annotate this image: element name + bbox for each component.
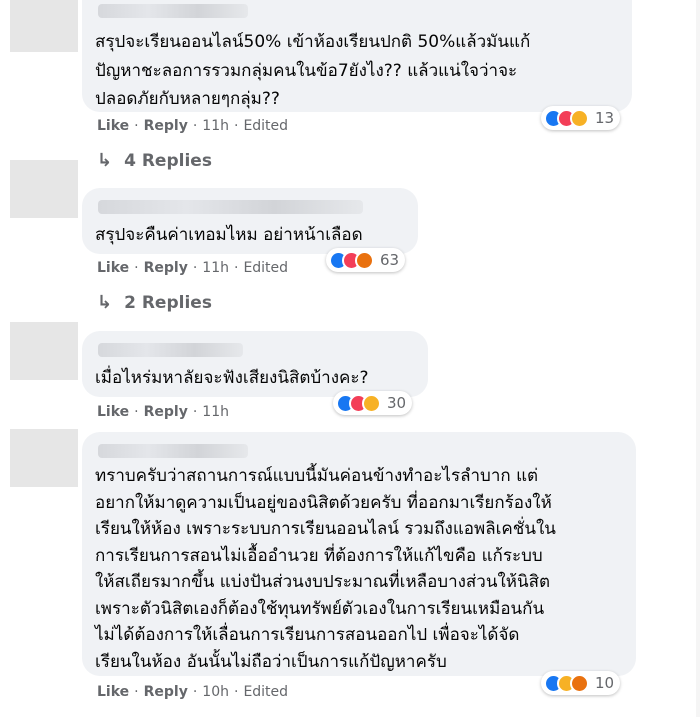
- separator: ·: [192, 260, 198, 276]
- comment-text: เมื่อไหร่มหาลัยจะฟังเสียงนิสิตบ้างคะ?: [95, 368, 369, 388]
- reaction-count: 63: [380, 251, 400, 269]
- view-replies-button[interactable]: ↳ 2 Replies: [97, 292, 212, 313]
- separator: ·: [192, 118, 198, 134]
- replies-label: 4 Replies: [124, 150, 212, 171]
- reaction-summary[interactable]: 10: [541, 671, 621, 695]
- angry-icon: [570, 673, 589, 693]
- reply-button[interactable]: Reply: [144, 684, 188, 700]
- reply-button[interactable]: Reply: [144, 404, 188, 420]
- sad-icon: [362, 393, 381, 413]
- separator: ·: [233, 260, 239, 276]
- haha-icon: [570, 108, 589, 128]
- comment-actions: Like · Reply · 11h · Edited: [97, 260, 288, 276]
- reaction-count: 10: [595, 674, 615, 692]
- avatar[interactable]: [10, 160, 78, 218]
- timestamp[interactable]: 11h: [202, 260, 229, 276]
- scrollbar-track[interactable]: [696, 0, 700, 717]
- edited-label[interactable]: Edited: [243, 260, 288, 276]
- comment-bubble: สรุปจะคืนค่าเทอมไหม อย่าหน้าเลือด: [82, 188, 418, 254]
- reaction-summary[interactable]: 63: [326, 248, 406, 272]
- separator: ·: [192, 404, 198, 420]
- avatar[interactable]: [10, 429, 78, 487]
- comment-actions: Like · Reply · 11h · Edited: [97, 118, 288, 134]
- separator: ·: [134, 260, 139, 276]
- commenter-name[interactable]: [98, 4, 248, 18]
- timestamp[interactable]: 11h: [202, 118, 229, 134]
- like-button[interactable]: Like: [97, 404, 129, 420]
- comment-text: สรุปจะเรียนออนไลน์50% เข้าห้องเรียนปกติ …: [95, 32, 531, 109]
- replies-label: 2 Replies: [124, 292, 212, 313]
- reaction-summary[interactable]: 13: [541, 106, 621, 130]
- timestamp[interactable]: 10h: [202, 684, 229, 700]
- comment-text: สรุปจะคืนค่าเทอมไหม อย่าหน้าเลือด: [95, 225, 363, 245]
- like-button[interactable]: Like: [97, 684, 129, 700]
- edited-label[interactable]: Edited: [243, 684, 288, 700]
- commenter-name[interactable]: [98, 200, 363, 214]
- reaction-count: 13: [595, 109, 615, 127]
- avatar[interactable]: [10, 322, 78, 380]
- comment-bubble: เมื่อไหร่มหาลัยจะฟังเสียงนิสิตบ้างคะ?: [82, 331, 428, 397]
- reply-arrow-icon: ↳: [97, 292, 113, 313]
- like-button[interactable]: Like: [97, 118, 129, 134]
- commenter-name[interactable]: [98, 444, 248, 458]
- comment-actions: Like · Reply · 10h · Edited: [97, 684, 288, 700]
- reaction-count: 30: [387, 394, 407, 412]
- separator: ·: [134, 404, 139, 420]
- separator: ·: [192, 684, 198, 700]
- commenter-name[interactable]: [98, 343, 243, 357]
- separator: ·: [134, 684, 139, 700]
- comment-actions: Like · Reply · 11h: [97, 404, 229, 420]
- angry-icon: [355, 250, 374, 270]
- reply-arrow-icon: ↳: [97, 150, 113, 171]
- comment-bubble: สรุปจะเรียนออนไลน์50% เข้าห้องเรียนปกติ …: [82, 0, 632, 112]
- view-replies-button[interactable]: ↳ 4 Replies: [97, 150, 212, 171]
- reply-button[interactable]: Reply: [144, 118, 188, 134]
- avatar[interactable]: [10, 0, 78, 52]
- comment-bubble: ทราบครับว่าสถานการณ์แบบนี้มันค่อนข้างทำอ…: [82, 432, 636, 676]
- timestamp[interactable]: 11h: [202, 404, 229, 420]
- edited-label[interactable]: Edited: [243, 118, 288, 134]
- separator: ·: [233, 118, 239, 134]
- comment-text: ทราบครับว่าสถานการณ์แบบนี้มันค่อนข้างทำอ…: [95, 466, 556, 672]
- reply-button[interactable]: Reply: [144, 260, 188, 276]
- like-button[interactable]: Like: [97, 260, 129, 276]
- reaction-summary[interactable]: 30: [333, 391, 413, 415]
- separator: ·: [134, 118, 139, 134]
- separator: ·: [233, 684, 239, 700]
